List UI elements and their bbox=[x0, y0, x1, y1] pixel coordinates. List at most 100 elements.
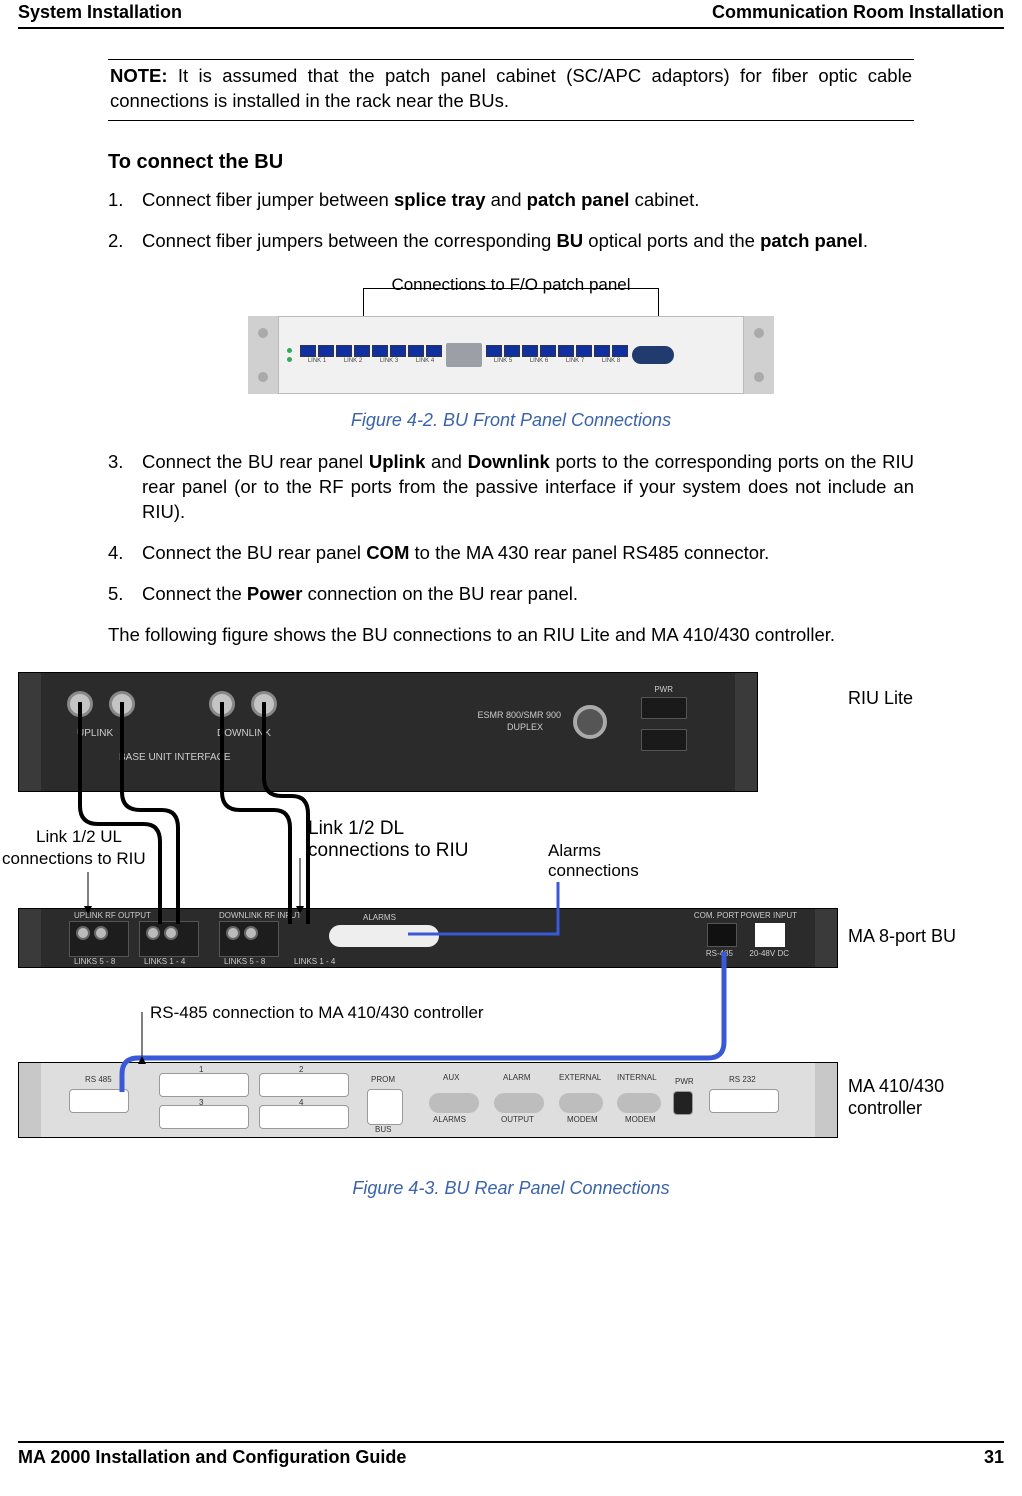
figure-caption-1: Figure 4-2. BU Front Panel Connections bbox=[108, 408, 914, 432]
t: Connect fiber jumper between bbox=[142, 189, 394, 210]
b: patch panel bbox=[527, 189, 630, 210]
t: optical ports and the bbox=[583, 230, 760, 251]
post-steps-paragraph: The following figure shows the BU connec… bbox=[108, 623, 914, 648]
bu-l14a: LINKS 1 - 4 bbox=[144, 957, 185, 968]
b: splice tray bbox=[394, 189, 486, 210]
ctrl-n1: 1 bbox=[199, 1065, 203, 1076]
section-heading: To connect the BU bbox=[108, 149, 914, 176]
bu-l14b: LINKS 1 - 4 bbox=[294, 957, 335, 968]
riu-device: UPLINK DOWNLINK BASE UNIT INTERFACE ESMR… bbox=[18, 672, 758, 792]
step-number: 3. bbox=[108, 450, 142, 525]
link-label: LINK 5 bbox=[494, 357, 512, 365]
figure-bu-rear-panel: UPLINK DOWNLINK BASE UNIT INTERFACE ESMR… bbox=[18, 662, 1004, 1162]
ctrl-intm: INTERNAL bbox=[617, 1073, 657, 1084]
footer-left: MA 2000 Installation and Configuration G… bbox=[18, 1447, 406, 1468]
riu-pwr-label: PWR bbox=[654, 685, 673, 696]
ctrl-n2: 2 bbox=[299, 1065, 303, 1076]
link-label: LINK 4 bbox=[416, 357, 434, 365]
bu-com-port bbox=[707, 923, 737, 947]
status-leds bbox=[283, 348, 296, 362]
note-text: It is assumed that the patch panel cabin… bbox=[110, 65, 912, 111]
link-label: LINK 3 bbox=[380, 357, 398, 365]
figure-caption-2: Figure 4-3. BU Rear Panel Connections bbox=[108, 1176, 914, 1200]
riu-duplex-port bbox=[573, 705, 607, 739]
note-box: NOTE: It is assumed that the patch panel… bbox=[108, 59, 914, 121]
ctrl-out: OUTPUT bbox=[501, 1115, 534, 1126]
ctrl-prom: PROM bbox=[371, 1075, 395, 1086]
step-3: 3. Connect the BU rear panel Uplink and … bbox=[108, 450, 914, 525]
t: . bbox=[863, 230, 868, 251]
link-label: LINK 8 bbox=[602, 357, 620, 365]
riu-rs485 bbox=[641, 729, 687, 751]
bu-pw-label1: POWER INPUT bbox=[741, 911, 797, 922]
t: Connect the bbox=[142, 583, 247, 604]
b: Downlink bbox=[468, 451, 550, 472]
step-5: 5. Connect the Power connection on the B… bbox=[108, 582, 914, 607]
step-number: 5. bbox=[108, 582, 142, 607]
step-1: 1. Connect fiber jumper between splice t… bbox=[108, 188, 914, 213]
ctrl-pwr: PWR bbox=[675, 1077, 694, 1088]
t: Connect the BU rear panel bbox=[142, 451, 369, 472]
label-ul1: Link 1/2 UL bbox=[36, 826, 122, 849]
bu-com-label1: COM. PORT bbox=[694, 911, 739, 922]
note-label: NOTE: bbox=[110, 65, 168, 86]
step-number: 1. bbox=[108, 188, 142, 213]
t: connection on the BU rear panel. bbox=[302, 583, 578, 604]
bu-pw-label2: 20-48V DC bbox=[749, 949, 789, 960]
b: BU bbox=[556, 230, 583, 251]
ctrl-mod2: MODEM bbox=[625, 1115, 656, 1126]
b: Uplink bbox=[369, 451, 426, 472]
step-4: 4. Connect the BU rear panel COM to the … bbox=[108, 541, 914, 566]
ctrl-bus: BUS bbox=[375, 1125, 391, 1136]
t: and bbox=[425, 451, 467, 472]
page-footer: MA 2000 Installation and Configuration G… bbox=[18, 1441, 1004, 1468]
riu-pwr bbox=[641, 697, 687, 719]
label-ul2: connections to RIU bbox=[2, 848, 146, 871]
side-label-riu: RIU Lite bbox=[848, 686, 913, 710]
bu-ulout-label: UPLINK RF OUTPUT bbox=[74, 911, 151, 922]
brand-logo bbox=[632, 346, 674, 364]
controller-device: RS 485 1 2 3 4 PROM BUS AUX ALARMS ALARM… bbox=[18, 1062, 838, 1138]
figure-bu-front-panel: Connections to F/O patch panel LINK 1 LI… bbox=[248, 274, 774, 394]
ctrl-mod1: MODEM bbox=[567, 1115, 598, 1126]
fig1-callout: Connections to F/O patch panel bbox=[248, 274, 774, 297]
bu-dlin-label: DOWNLINK RF INPUT bbox=[219, 911, 301, 922]
ctrl-rs232: RS 232 bbox=[729, 1075, 756, 1086]
header-right: Communication Room Installation bbox=[712, 2, 1004, 23]
header-left: System Installation bbox=[18, 2, 182, 23]
ctrl-rs485: RS 485 bbox=[85, 1075, 112, 1086]
link-label: LINK 6 bbox=[530, 357, 548, 365]
link-label: LINK 1 bbox=[308, 357, 326, 365]
bu-com-label2: RS-485 bbox=[706, 949, 733, 960]
link-label: LINK 7 bbox=[566, 357, 584, 365]
riu-duplex-label2: DUPLEX bbox=[507, 721, 543, 733]
bu-device: UPLINK RF OUTPUT DOWNLINK RF INPUT LINKS… bbox=[18, 908, 838, 968]
bu-l58a: LINKS 5 - 8 bbox=[74, 957, 115, 968]
ctrl-extm: EXTERNAL bbox=[559, 1073, 601, 1084]
bu-alarms-label: ALARMS bbox=[363, 913, 396, 924]
ctrl-aux: AUX bbox=[443, 1073, 459, 1084]
side-label-bu: MA 8-port BU bbox=[848, 924, 956, 948]
riu-downlink-label: DOWNLINK bbox=[217, 727, 271, 741]
t: Connect fiber jumpers between the corres… bbox=[142, 230, 556, 251]
link-label: LINK 2 bbox=[344, 357, 362, 365]
rack-ear-left bbox=[248, 316, 278, 394]
side-label-ctrl1: MA 410/430 bbox=[848, 1074, 944, 1098]
ctrl-aout: ALARM bbox=[503, 1073, 531, 1084]
footer-right: 31 bbox=[984, 1447, 1004, 1468]
bu-power-port bbox=[755, 923, 785, 947]
b: COM bbox=[366, 542, 409, 563]
page-header: System Installation Communication Room I… bbox=[18, 0, 1004, 29]
ctrl-alarms: ALARMS bbox=[433, 1115, 466, 1126]
step-2: 2. Connect fiber jumpers between the cor… bbox=[108, 229, 914, 254]
label-rs485: RS-485 connection to MA 410/430 controll… bbox=[150, 1002, 484, 1025]
t: and bbox=[485, 189, 526, 210]
ctrl-n4: 4 bbox=[299, 1098, 303, 1109]
step-number: 4. bbox=[108, 541, 142, 566]
label-dl2: connections to RIU bbox=[308, 838, 469, 864]
rs232-port bbox=[446, 343, 482, 367]
t: to the MA 430 rear panel RS485 connector… bbox=[409, 542, 769, 563]
bu-alarms-port bbox=[329, 925, 439, 947]
ctrl-n3: 3 bbox=[199, 1098, 203, 1109]
label-alarm2: connections bbox=[548, 860, 639, 883]
